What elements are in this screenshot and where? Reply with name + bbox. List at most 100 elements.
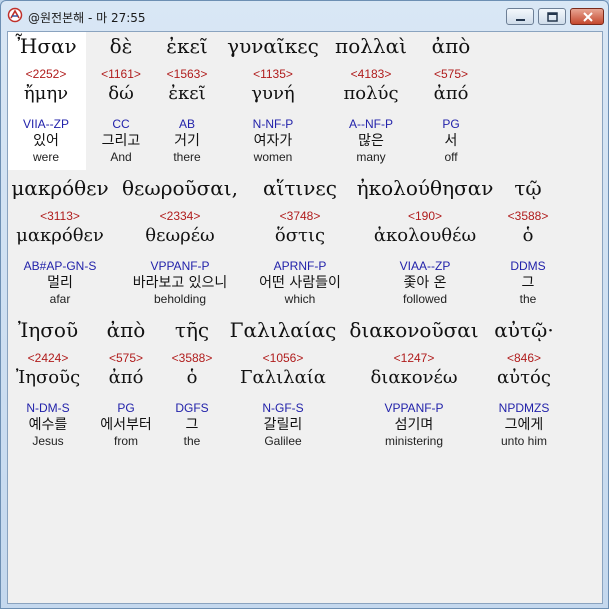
- parsing-code[interactable]: PG: [92, 400, 160, 416]
- korean-gloss: 에서부터: [100, 417, 152, 433]
- interlinear-view[interactable]: Ἦσαν <2252> ἤμην VIIA--ZP 있어 were δὲ <11…: [7, 31, 603, 604]
- word-cell[interactable]: γυναῖκες <1135> γυνή N-NF-P 여자가 women: [220, 32, 326, 165]
- lemma: ἀπό: [108, 367, 144, 388]
- korean-gloss: 있어: [33, 133, 59, 149]
- strong-number[interactable]: <2424>: [10, 350, 86, 366]
- strong-number[interactable]: <1563>: [154, 66, 220, 82]
- word-cell[interactable]: θεωροῦσαι, <2334> θεωρέω VPPANF-P 바라보고 있…: [116, 174, 244, 307]
- parsing-code[interactable]: N-DM-S: [10, 400, 86, 416]
- word-cell[interactable]: ἀπὸ <575> ἀπό PG 에서부터 from: [92, 316, 160, 449]
- word-cell[interactable]: μακρόθεν <3113> μακρόθεν AB#AP-GN-S 멀리 a…: [8, 174, 112, 307]
- strong-number[interactable]: <575>: [416, 66, 486, 82]
- english-gloss: beholding: [153, 292, 207, 306]
- english-gloss: And: [110, 150, 132, 164]
- english-gloss: which: [284, 292, 316, 306]
- greek-word: αἵτινες: [263, 176, 337, 200]
- word-cell[interactable]: Γαλιλαίας <1056> Γαλιλαία N-GF-S 갈릴리 Gal…: [222, 316, 344, 449]
- lemma: ὁ: [522, 225, 534, 246]
- korean-gloss: 그에게: [504, 417, 544, 433]
- korean-gloss: 서: [444, 133, 458, 149]
- korean-gloss: 그리고: [101, 133, 141, 149]
- strong-number[interactable]: <1056>: [222, 350, 344, 366]
- parsing-code[interactable]: N-NF-P: [220, 116, 326, 132]
- lemma: ἀκολουθέω: [373, 225, 477, 246]
- greek-word: τῷ: [514, 176, 542, 200]
- greek-word: αὐτῷ·: [494, 318, 554, 342]
- parsing-code[interactable]: VIIA--ZP: [10, 116, 82, 132]
- title-bar[interactable]: @원전본해 - 마 27:55: [1, 1, 608, 31]
- korean-gloss: 여자가: [253, 133, 293, 149]
- word-cell[interactable]: δὲ <1161> δώ CC 그리고 And: [88, 32, 154, 165]
- strong-number[interactable]: <1247>: [346, 350, 482, 366]
- greek-word: Ἦσαν: [15, 34, 77, 58]
- english-gloss: followed: [402, 292, 448, 306]
- parsing-code[interactable]: DDMS: [498, 258, 558, 274]
- word-cell[interactable]: Ἰησοῦ <2424> Ἰησοῦς N-DM-S 예수를 Jesus: [10, 316, 86, 449]
- parsing-code[interactable]: AB#AP-GN-S: [8, 258, 112, 274]
- strong-number[interactable]: <1161>: [88, 66, 154, 82]
- word-cell[interactable]: διακονοῦσαι <1247> διακονέω VPPANF-P 섬기며…: [346, 316, 482, 449]
- word-cell[interactable]: Ἦσαν <2252> ἤμην VIIA--ZP 있어 were: [10, 32, 82, 165]
- parsing-code[interactable]: VPPANF-P: [116, 258, 244, 274]
- english-gloss: unto him: [500, 434, 548, 448]
- close-button[interactable]: [570, 8, 604, 25]
- lemma: γυνή: [251, 83, 295, 104]
- lemma: διακονέω: [370, 367, 458, 388]
- word-cell[interactable]: αὐτῷ· <846> αὐτός NPDMZS 그에게 unto him: [484, 316, 564, 449]
- strong-number[interactable]: <3748>: [244, 208, 356, 224]
- word-cell[interactable]: ἐκεῖ <1563> ἐκεῖ AB 거기 there: [154, 32, 220, 165]
- strong-number[interactable]: <846>: [484, 350, 564, 366]
- word-cell[interactable]: πολλαὶ <4183> πολύς A--NF-P 많은 many: [326, 32, 416, 165]
- strong-number[interactable]: <575>: [92, 350, 160, 366]
- word-cell[interactable]: ἠκολούθησαν <190> ἀκολουθέω VIAA--ZP 좇아 …: [356, 174, 494, 307]
- maximize-button[interactable]: [538, 8, 566, 25]
- minimize-icon: [516, 19, 525, 21]
- greek-word: διακονοῦσαι: [349, 318, 479, 342]
- strong-number[interactable]: <3588>: [498, 208, 558, 224]
- verse-line: Ἰησοῦ <2424> Ἰησοῦς N-DM-S 예수를 Jesus ἀπὸ…: [8, 316, 602, 456]
- parsing-code[interactable]: APRNF-P: [244, 258, 356, 274]
- parsing-code[interactable]: NPDMZS: [484, 400, 564, 416]
- english-gloss: ministering: [384, 434, 444, 448]
- parsing-code[interactable]: VIAA--ZP: [356, 258, 494, 274]
- lemma: αὐτός: [497, 367, 551, 388]
- parsing-code[interactable]: A--NF-P: [326, 116, 416, 132]
- parsing-code[interactable]: AB: [154, 116, 220, 132]
- word-cell[interactable]: τῷ <3588> ὁ DDMS 그 the: [498, 174, 558, 307]
- lemma: θεωρέω: [145, 225, 215, 246]
- english-gloss: off: [444, 150, 458, 164]
- parsing-code[interactable]: CC: [88, 116, 154, 132]
- strong-number[interactable]: <2252>: [10, 66, 82, 82]
- strong-number[interactable]: <3588>: [164, 350, 220, 366]
- strong-number[interactable]: <1135>: [220, 66, 326, 82]
- strong-number[interactable]: <2334>: [116, 208, 244, 224]
- close-icon: [583, 12, 593, 22]
- strong-number[interactable]: <4183>: [326, 66, 416, 82]
- word-cell[interactable]: αἵτινες <3748> ὅστις APRNF-P 어떤 사람들이 whi…: [244, 174, 356, 307]
- lemma: Ἰησοῦς: [15, 367, 81, 388]
- korean-gloss: 좇아 온: [403, 275, 447, 291]
- app-logo-icon: [7, 7, 23, 23]
- korean-gloss: 예수를: [28, 417, 68, 433]
- parsing-code[interactable]: DGFS: [164, 400, 220, 416]
- minimize-button[interactable]: [506, 8, 534, 25]
- korean-gloss: 바라보고 있으니: [132, 275, 228, 291]
- lemma: Γαλιλαία: [240, 367, 326, 388]
- parsing-code[interactable]: N-GF-S: [222, 400, 344, 416]
- lemma: πολύς: [343, 83, 399, 104]
- window-title: @원전본해 - 마 27:55: [28, 11, 146, 25]
- greek-word: ἠκολούθησαν: [356, 176, 494, 200]
- word-cell[interactable]: ἀπὸ <575> ἀπό PG 서 off: [416, 32, 486, 165]
- lemma: μακρόθεν: [16, 225, 104, 246]
- english-gloss: Jesus: [32, 434, 64, 448]
- parsing-code[interactable]: VPPANF-P: [346, 400, 482, 416]
- word-cell[interactable]: τῆς <3588> ὁ DGFS 그 the: [164, 316, 220, 449]
- strong-number[interactable]: <3113>: [8, 208, 112, 224]
- maximize-icon: [547, 12, 558, 22]
- korean-gloss: 갈릴리: [263, 417, 303, 433]
- strong-number[interactable]: <190>: [356, 208, 494, 224]
- korean-gloss: 어떤 사람들이: [259, 275, 341, 291]
- parsing-code[interactable]: PG: [416, 116, 486, 132]
- lemma: ὅστις: [274, 225, 326, 246]
- lemma: δώ: [108, 83, 134, 104]
